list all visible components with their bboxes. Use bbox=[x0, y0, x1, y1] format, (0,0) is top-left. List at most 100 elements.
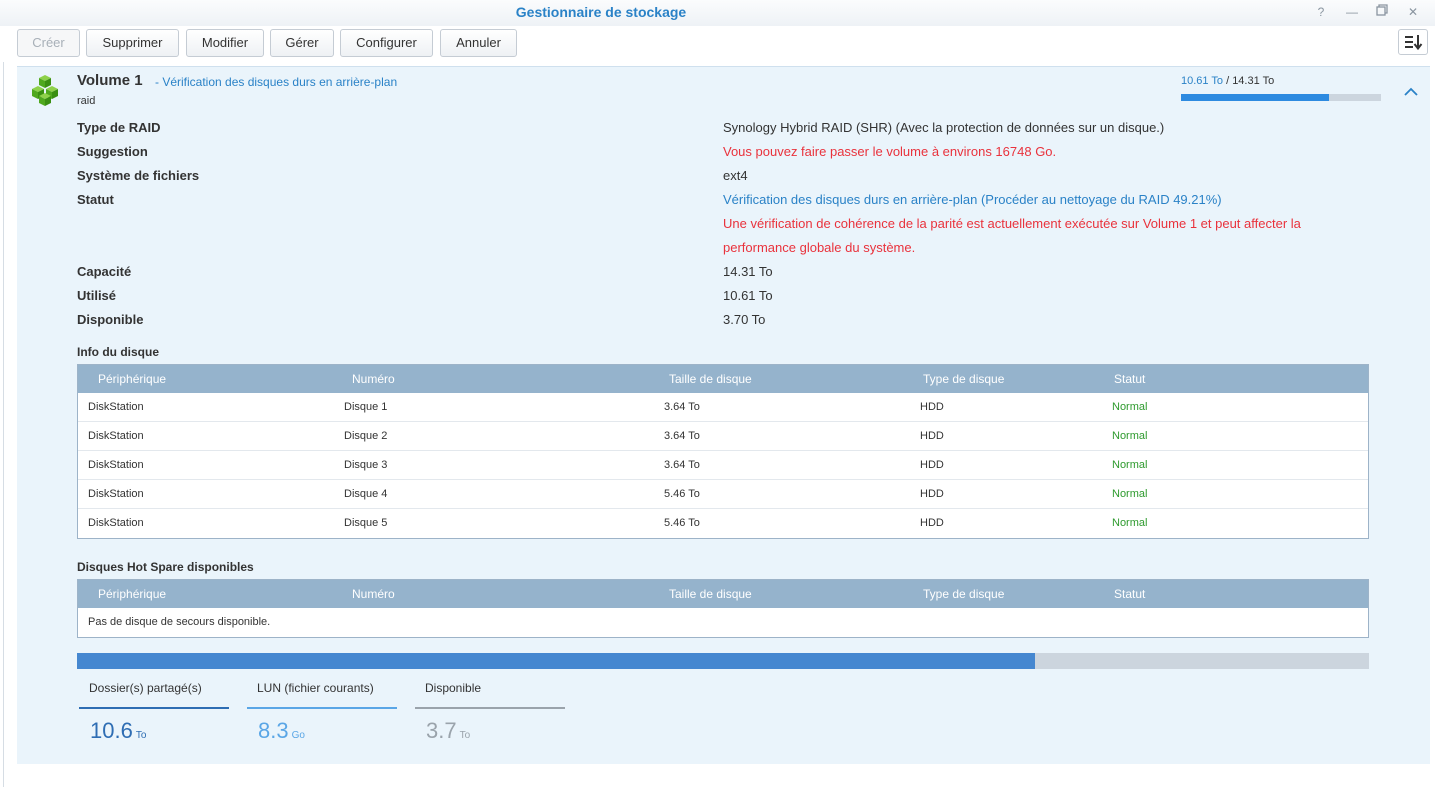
hot-spare-empty-message: Pas de disque de secours disponible. bbox=[88, 616, 271, 628]
cell-device: DiskStation bbox=[88, 430, 144, 442]
edit-button[interactable]: Modifier bbox=[186, 29, 264, 57]
column-header-number[interactable]: Numéro bbox=[352, 372, 395, 386]
table-row[interactable]: DiskStation Disque 2 3.64 To HDD Normal bbox=[78, 422, 1368, 451]
close-icon[interactable]: ✕ bbox=[1405, 4, 1421, 20]
column-header-number[interactable]: Numéro bbox=[352, 587, 395, 601]
window-title: Gestionnaire de stockage bbox=[515, 4, 687, 20]
legend-value: 8.3 Go bbox=[258, 718, 305, 744]
legend-number: 3.7 bbox=[426, 718, 457, 743]
column-header-size[interactable]: Taille de disque bbox=[669, 372, 752, 386]
usage-legend-lun: LUN (fichier courants) 8.3 Go bbox=[247, 678, 397, 758]
legend-label: LUN (fichier courants) bbox=[257, 681, 374, 695]
sort-button[interactable] bbox=[1398, 29, 1428, 55]
column-header-status[interactable]: Statut bbox=[1114, 587, 1145, 601]
create-button[interactable]: Créer bbox=[17, 29, 80, 57]
empty-row: Pas de disque de secours disponible. bbox=[78, 608, 1368, 637]
usage-legend-available: Disponible 3.7 To bbox=[415, 678, 565, 758]
help-icon[interactable]: ? bbox=[1313, 4, 1329, 20]
legend-label: Dossier(s) partagé(s) bbox=[89, 681, 202, 695]
usage-bar bbox=[77, 653, 1369, 669]
suggestion-value: Vous pouvez faire passer le volume à env… bbox=[723, 144, 1057, 159]
cell-number: Disque 1 bbox=[344, 401, 388, 413]
cell-size: 3.64 To bbox=[664, 401, 700, 413]
legend-value: 10.6 To bbox=[90, 718, 146, 744]
manage-button[interactable]: Gérer bbox=[270, 29, 334, 57]
legend-unit: To bbox=[459, 730, 471, 741]
cell-number: Disque 2 bbox=[344, 430, 388, 442]
volume-capacity-fill bbox=[1181, 94, 1330, 101]
cell-size: 5.46 To bbox=[664, 517, 700, 529]
disk-info-header: Périphérique Numéro Taille de disque Typ… bbox=[78, 365, 1368, 393]
cell-device: DiskStation bbox=[88, 488, 144, 500]
column-header-type[interactable]: Type de disque bbox=[923, 587, 1004, 601]
cell-number: Disque 5 bbox=[344, 517, 388, 529]
usage-bar-fill bbox=[77, 653, 1035, 669]
volume-description: raid bbox=[77, 95, 96, 107]
cell-type: HDD bbox=[920, 459, 944, 471]
filesystem-value: ext4 bbox=[723, 168, 748, 183]
delete-button[interactable]: Supprimer bbox=[86, 29, 179, 57]
status-label: Statut bbox=[77, 192, 114, 207]
available-label: Disponible bbox=[77, 312, 144, 327]
cell-type: HDD bbox=[920, 401, 944, 413]
cell-size: 5.46 To bbox=[664, 488, 700, 500]
cell-type: HDD bbox=[920, 488, 944, 500]
legend-number: 8.3 bbox=[258, 718, 289, 743]
cell-status: Normal bbox=[1112, 401, 1148, 413]
cell-status: Normal bbox=[1112, 459, 1148, 471]
legend-unit: To bbox=[135, 730, 147, 741]
filesystem-label: Système de fichiers bbox=[77, 168, 200, 183]
volume-capacity-bar bbox=[1181, 94, 1381, 101]
cell-device: DiskStation bbox=[88, 517, 144, 529]
maximize-icon[interactable] bbox=[1374, 4, 1390, 20]
capacity-label: Capacité bbox=[77, 264, 132, 279]
volume-status-subtitle: - Vérification des disques durs en arriè… bbox=[155, 75, 398, 89]
hot-spare-header: Périphérique Numéro Taille de disque Typ… bbox=[78, 580, 1368, 608]
chevron-up-icon[interactable] bbox=[1403, 84, 1419, 100]
disk-info-table: Périphérique Numéro Taille de disque Typ… bbox=[77, 364, 1369, 539]
column-header-device[interactable]: Périphérique bbox=[98, 372, 166, 386]
raid-type-value: Synology Hybrid RAID (SHR) (Avec la prot… bbox=[723, 120, 1165, 135]
table-row[interactable]: DiskStation Disque 3 3.64 To HDD Normal bbox=[78, 451, 1368, 480]
capacity-value: 14.31 To bbox=[723, 264, 773, 279]
column-header-type[interactable]: Type de disque bbox=[923, 372, 1004, 386]
cell-device: DiskStation bbox=[88, 401, 144, 413]
table-row[interactable]: DiskStation Disque 4 5.46 To HDD Normal bbox=[78, 480, 1368, 509]
used-value: 10.61 To bbox=[723, 288, 773, 303]
suggestion-label: Suggestion bbox=[77, 144, 148, 159]
legend-value: 3.7 To bbox=[426, 718, 470, 744]
cell-size: 3.64 To bbox=[664, 459, 700, 471]
status-value: Vérification des disques durs en arrière… bbox=[723, 192, 1222, 207]
volume-capacity-summary: 10.61 To / 14.31 To bbox=[1181, 75, 1274, 87]
legend-number: 10.6 bbox=[90, 718, 133, 743]
usage-legend-shared-folders: Dossier(s) partagé(s) 10.6 To bbox=[79, 678, 229, 758]
cancel-button[interactable]: Annuler bbox=[440, 29, 517, 57]
legend-line bbox=[79, 707, 229, 709]
legend-line bbox=[247, 707, 397, 709]
status-warning-line2: performance globale du système. bbox=[723, 240, 916, 255]
column-header-size[interactable]: Taille de disque bbox=[669, 587, 752, 601]
volume-used: 10.61 To bbox=[1181, 75, 1224, 87]
cell-status: Normal bbox=[1112, 517, 1148, 529]
cell-device: DiskStation bbox=[88, 459, 144, 471]
minimize-icon[interactable]: — bbox=[1344, 4, 1360, 20]
sort-icon bbox=[1405, 35, 1423, 51]
available-value: 3.70 To bbox=[723, 312, 766, 327]
volume-name: Volume 1 bbox=[77, 72, 143, 89]
cell-type: HDD bbox=[920, 430, 944, 442]
cell-status: Normal bbox=[1112, 430, 1148, 442]
column-header-status[interactable]: Statut bbox=[1114, 372, 1145, 386]
table-row[interactable]: DiskStation Disque 5 5.46 To HDD Normal bbox=[78, 509, 1368, 538]
hot-spare-title: Disques Hot Spare disponibles bbox=[77, 560, 254, 574]
cell-size: 3.64 To bbox=[664, 430, 700, 442]
title-bar: Gestionnaire de stockage ? — ✕ bbox=[0, 0, 1435, 26]
hot-spare-table: Périphérique Numéro Taille de disque Typ… bbox=[77, 579, 1369, 638]
volume-cubes-icon bbox=[32, 75, 58, 106]
left-border bbox=[3, 62, 4, 787]
configure-button[interactable]: Configurer bbox=[340, 29, 433, 57]
table-row[interactable]: DiskStation Disque 1 3.64 To HDD Normal bbox=[78, 393, 1368, 422]
disk-info-title: Info du disque bbox=[77, 345, 159, 359]
legend-unit: Go bbox=[291, 730, 305, 741]
cell-number: Disque 3 bbox=[344, 459, 388, 471]
column-header-device[interactable]: Périphérique bbox=[98, 587, 166, 601]
